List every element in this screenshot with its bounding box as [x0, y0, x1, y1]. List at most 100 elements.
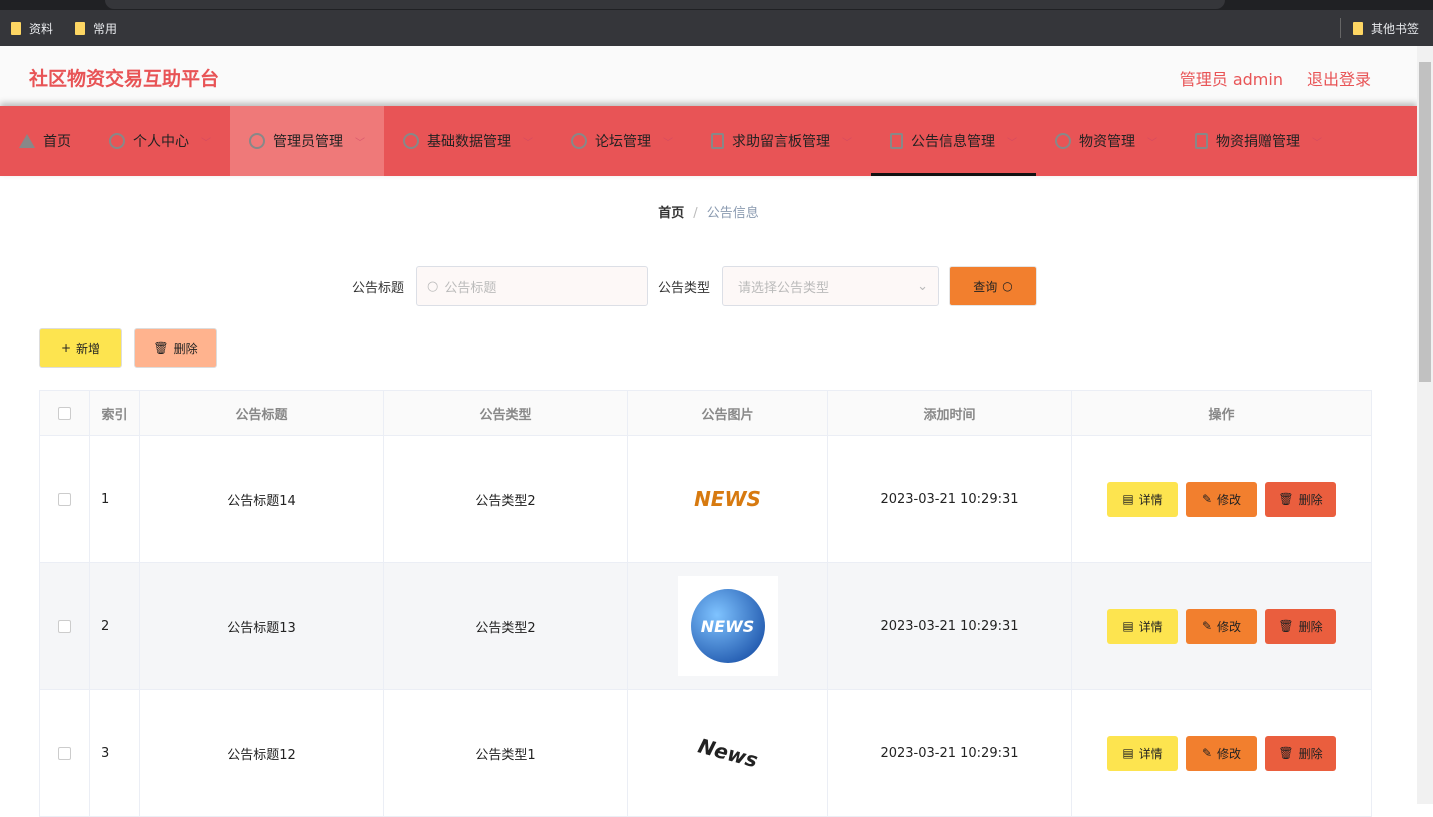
select-all-checkbox[interactable]: [58, 406, 71, 420]
time-cell: 2023-03-21 10:29:31: [828, 436, 1072, 562]
button-label: 详情: [1138, 492, 1163, 507]
plus-icon: +: [60, 341, 72, 355]
chevron-down-icon: ﹀: [1007, 137, 1017, 149]
placeholder: 公告标题: [444, 280, 497, 296]
nav-item[interactable]: 物资管理 ﹀: [1036, 106, 1176, 176]
bookmark-label: 资料: [29, 22, 54, 36]
delete-button[interactable]: 🗑 删除: [1265, 735, 1336, 771]
home-icon: [19, 134, 35, 148]
title-search-input[interactable]: ○ 公告标题: [416, 266, 649, 306]
button-label: 删除: [1298, 746, 1323, 761]
nav-item[interactable]: 物资捐赠管理 ﹀: [1176, 106, 1341, 176]
site-title: 社区物资交易互助平台: [29, 68, 220, 90]
col-header[interactable]: 公告标题: [140, 391, 384, 435]
trash-icon: 🗑: [1278, 746, 1294, 760]
clipboard-x-icon: [1195, 133, 1208, 149]
time-cell: 2023-03-21 10:29:31: [828, 690, 1072, 816]
table-header: 索引 公告标题 公告类型 公告图片 添加时间 操作: [40, 391, 1371, 436]
edit-button[interactable]: ✎ 修改: [1186, 481, 1257, 517]
detail-button[interactable]: ▤ 详情: [1107, 608, 1178, 644]
user-icon: [109, 133, 125, 149]
notice-image[interactable]: NEWS: [677, 576, 778, 676]
bookmark-label: 其他书签: [1371, 22, 1420, 36]
add-button[interactable]: + 新增: [39, 328, 122, 368]
edit-button[interactable]: ✎ 修改: [1186, 735, 1257, 771]
nav-label: 物资捐赠管理: [1216, 134, 1300, 150]
detail-button[interactable]: ▤ 详情: [1107, 481, 1178, 517]
type-select[interactable]: 请选择公告类型 ⌄: [722, 266, 940, 306]
chevron-down-icon: ﹀: [663, 137, 673, 149]
breadcrumb: 首页 / 公告信息: [658, 206, 759, 221]
nav-item[interactable]: 基础数据管理 ﹀: [384, 106, 552, 176]
type-cell: 公告类型2: [384, 436, 628, 562]
notice-image[interactable]: News: [666, 691, 789, 815]
image-text: NEWS: [694, 487, 761, 511]
col-header[interactable]: 公告类型: [384, 391, 628, 435]
row-checkbox[interactable]: [58, 619, 71, 633]
breadcrumb-current: 公告信息: [706, 206, 759, 221]
chevron-down-icon: ﹀: [355, 137, 365, 149]
chevron-down-icon: ﹀: [201, 137, 211, 149]
nav-label: 论坛管理: [595, 134, 651, 150]
delete-button[interactable]: 🗑 删除: [1265, 608, 1336, 644]
nav-label: 首页: [43, 134, 71, 150]
button-label: 修改: [1217, 746, 1242, 761]
detail-button[interactable]: ▤ 详情: [1107, 735, 1178, 771]
col-header: 操作: [1208, 407, 1235, 423]
trash-icon: 🗑: [153, 341, 169, 355]
bookmark-label: 常用: [93, 22, 118, 36]
col-header[interactable]: 添加时间: [828, 391, 1072, 435]
time-cell: 2023-03-21 10:29:31: [828, 563, 1072, 689]
button-label: 修改: [1217, 619, 1242, 634]
scrollbar-thumb[interactable]: [1419, 62, 1431, 382]
pencil-icon: ✎: [1201, 492, 1213, 506]
table-row: 2 公告标题13 公告类型2 NEWS 2023-03-21 10:29:31 …: [40, 563, 1371, 690]
search-icon: ○: [427, 278, 439, 294]
chevron-down-icon: ⌄: [917, 278, 929, 294]
index-cell: 2: [90, 563, 140, 689]
nav-item[interactable]: 管理员管理 ﹀: [230, 106, 384, 176]
edit-button[interactable]: ✎ 修改: [1186, 608, 1257, 644]
button-label: 查询: [973, 279, 998, 294]
button-label: 详情: [1138, 746, 1163, 761]
col-header[interactable]: 公告图片: [628, 391, 828, 435]
bookmark-folder[interactable]: 资料: [11, 20, 53, 37]
col-header[interactable]: 索引: [90, 391, 140, 435]
search-icon: ○: [1002, 279, 1013, 293]
logout-link[interactable]: 退出登录: [1307, 66, 1371, 90]
notice-image[interactable]: NEWS: [677, 449, 778, 549]
row-checkbox[interactable]: [58, 492, 71, 506]
image-text: News: [695, 733, 760, 773]
nav-label: 物资管理: [1079, 134, 1135, 150]
microphone-icon: [711, 133, 724, 149]
placeholder: 请选择公告类型: [738, 280, 830, 296]
query-button[interactable]: 查询 ○: [949, 266, 1038, 306]
breadcrumb-home[interactable]: 首页: [658, 206, 684, 221]
button-label: 删除: [1298, 619, 1323, 634]
bookmark-folder[interactable]: 常用: [75, 20, 117, 37]
type-cell: 公告类型2: [384, 563, 628, 689]
nav-item[interactable]: 求助留言板管理 ﹀: [692, 106, 871, 176]
trash-icon: 🗑: [1278, 619, 1294, 633]
type-label: 公告类型: [658, 280, 711, 296]
button-label: 删除: [173, 341, 198, 356]
other-bookmarks[interactable]: 其他书签: [1353, 20, 1419, 37]
nav-label: 基础数据管理: [427, 134, 511, 150]
image-text: NEWS: [700, 616, 755, 636]
crosshair-icon: [249, 133, 265, 149]
folder-icon: [75, 22, 85, 35]
nav-item[interactable]: 公告信息管理 ﹀: [871, 106, 1036, 176]
nav-item[interactable]: 论坛管理 ﹀: [552, 106, 692, 176]
row-checkbox[interactable]: [58, 746, 71, 760]
chevron-down-icon: ﹀: [1147, 137, 1157, 149]
main-nav: 首页 个人中心 ﹀ 管理员管理 ﹀ 基础数据管理 ﹀ 论坛管理 ﹀ 求助留言板管理 ﹀ 公告信息管理 ﹀…: [0, 106, 1417, 176]
delete-button[interactable]: 🗑 删除: [1265, 481, 1336, 517]
address-bar[interactable]: [105, 0, 1225, 9]
nav-item[interactable]: 个人中心 ﹀: [90, 106, 230, 176]
button-label: 删除: [1298, 492, 1323, 507]
batch-delete-button[interactable]: 🗑 删除: [134, 328, 217, 368]
nav-item[interactable]: 首页: [0, 106, 90, 176]
chevron-down-icon: ﹀: [523, 137, 533, 149]
current-user: 管理员 admin: [1179, 70, 1283, 89]
document-icon: ▤: [1122, 619, 1134, 633]
